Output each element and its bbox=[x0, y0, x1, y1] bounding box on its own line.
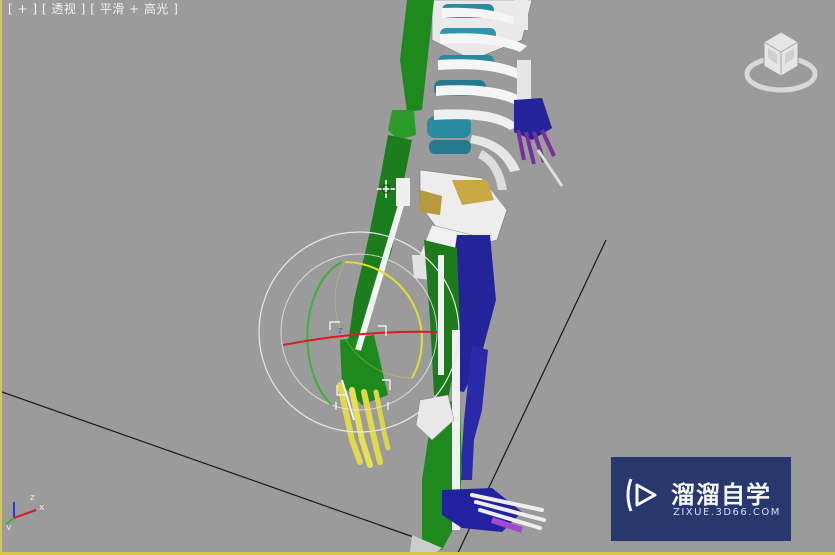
axis-z-label: z bbox=[30, 494, 35, 503]
play-logo-icon bbox=[626, 478, 657, 512]
perspective-viewport[interactable]: [ + ] [ 透视 ] [ 平滑 + 高光 ] z z x y 溜溜自学 ZI… bbox=[0, 0, 835, 555]
ribcage[interactable] bbox=[427, 0, 533, 190]
axis-tripod: z x y bbox=[5, 494, 45, 530]
axis-x-line bbox=[13, 509, 37, 519]
viewcube[interactable] bbox=[744, 30, 818, 94]
legs[interactable] bbox=[410, 235, 546, 555]
watermark-title: 溜溜自学 bbox=[671, 481, 771, 509]
back-arm[interactable] bbox=[514, 60, 564, 187]
axis-x-label: x bbox=[39, 503, 45, 513]
gizmo-axis-label: z bbox=[338, 326, 343, 336]
axis-y-label: y bbox=[6, 523, 12, 530]
watermark-url: ZIXUE.3D66.COM bbox=[673, 507, 781, 518]
watermark-badge: 溜溜自学 ZIXUE.3D66.COM bbox=[611, 457, 791, 541]
